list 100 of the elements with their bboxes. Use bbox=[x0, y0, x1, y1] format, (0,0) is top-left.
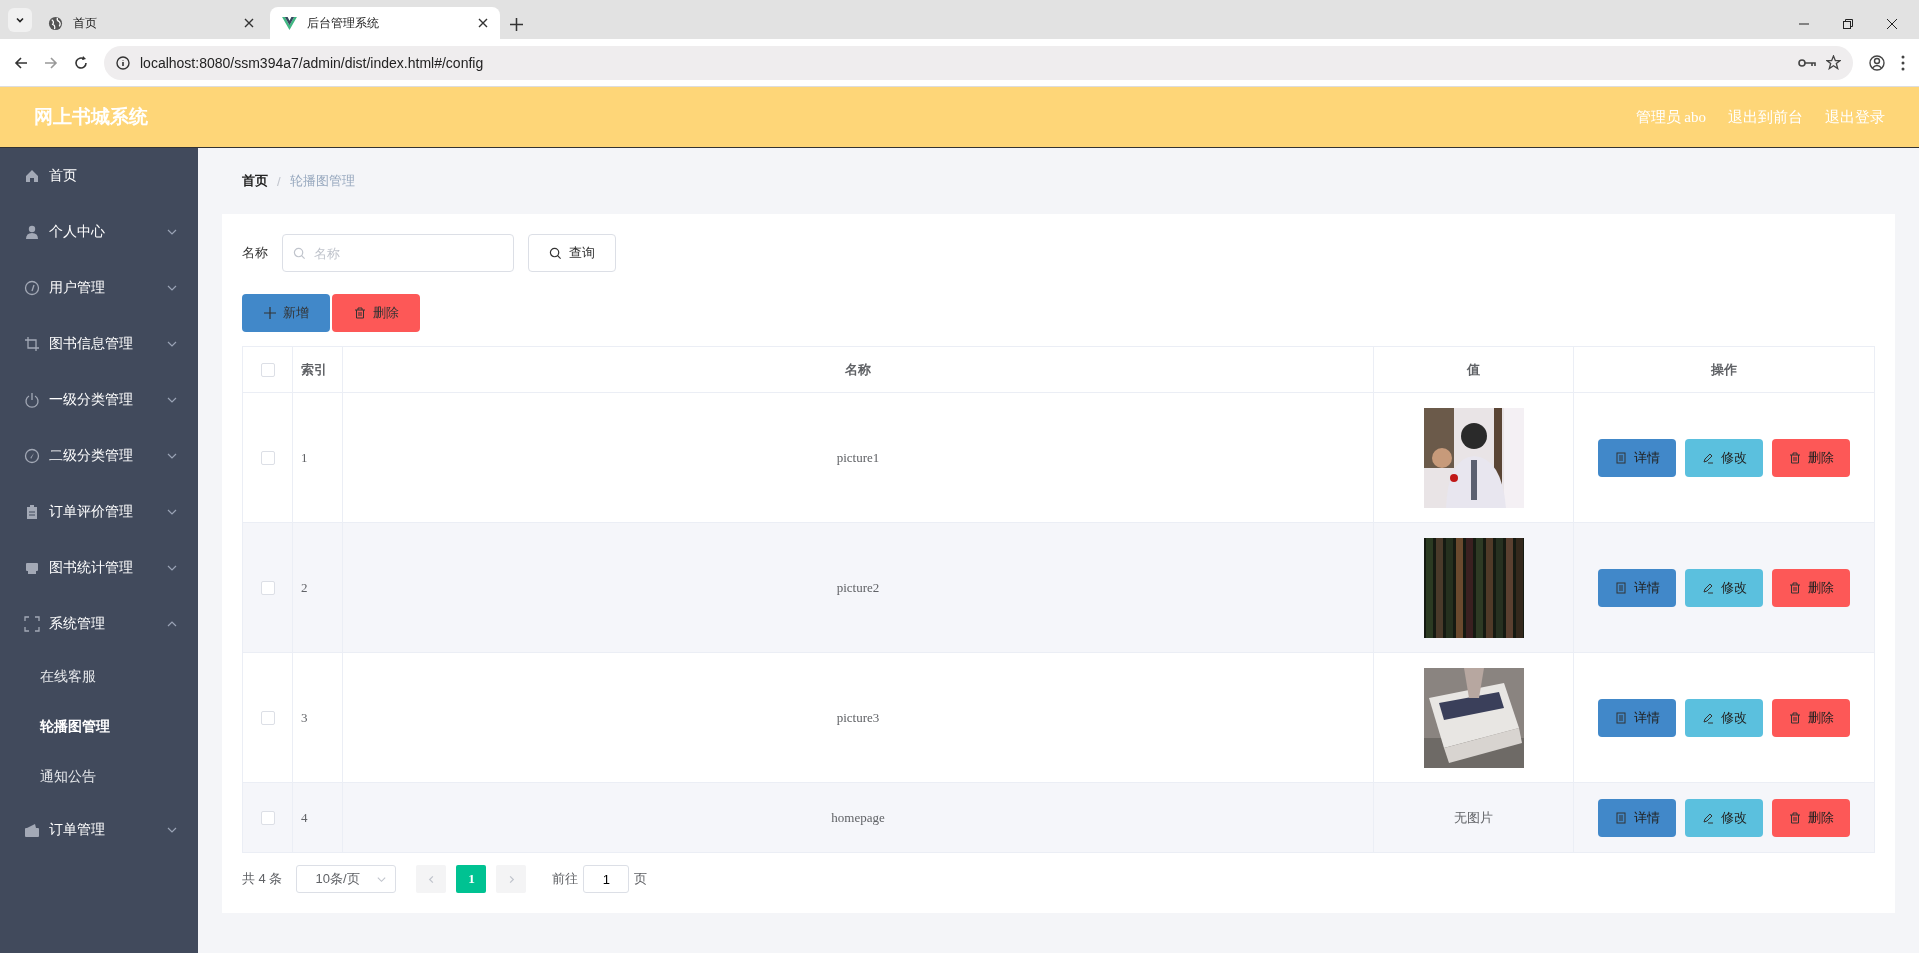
menu-item[interactable]: 一级分类管理 bbox=[0, 372, 198, 428]
pencil-icon bbox=[1701, 451, 1714, 464]
trash-icon bbox=[353, 307, 366, 319]
info-icon bbox=[116, 55, 130, 70]
delete-button[interactable]: 删除 bbox=[1772, 698, 1850, 737]
field-label: 名称 bbox=[242, 244, 268, 262]
address-bar[interactable]: localhost:8080/ssm394a7/admin/dist/index.html#/config bbox=[104, 45, 1853, 80]
column-header: 值 bbox=[1467, 361, 1480, 377]
more-icon[interactable] bbox=[1901, 54, 1905, 71]
submenu-item[interactable]: 轮播图管理 bbox=[0, 702, 198, 752]
chevron-left-icon bbox=[426, 874, 436, 884]
edit-button[interactable]: 修改 bbox=[1685, 798, 1763, 837]
profile-icon[interactable] bbox=[1869, 54, 1885, 71]
row-checkbox[interactable] bbox=[260, 581, 275, 596]
menu-item[interactable]: 图书统计管理 bbox=[0, 540, 198, 596]
key-icon[interactable] bbox=[1798, 57, 1816, 68]
page-input[interactable]: 1 bbox=[583, 865, 630, 893]
menu-item[interactable]: 用户管理 bbox=[0, 260, 198, 316]
page-size-select[interactable]: 10条/页 bbox=[296, 865, 397, 893]
pencil-icon bbox=[1701, 711, 1714, 724]
trash-icon bbox=[1788, 581, 1801, 594]
user-icon bbox=[24, 224, 40, 240]
trash-icon bbox=[1788, 711, 1801, 724]
v-logo-icon bbox=[282, 16, 297, 30]
edit-button[interactable]: 修改 bbox=[1685, 698, 1763, 737]
browser-tab[interactable]: 后台管理系统 bbox=[270, 7, 500, 39]
name-cell: picture3 bbox=[836, 709, 880, 725]
detail-button[interactable]: 详情 bbox=[1598, 568, 1676, 607]
new-tab-icon[interactable] bbox=[510, 18, 523, 31]
menu-item[interactable]: 订单评价管理 bbox=[0, 484, 198, 540]
edit-button[interactable]: 修改 bbox=[1685, 438, 1763, 477]
fullscreen-icon bbox=[24, 616, 40, 632]
search-icon bbox=[293, 246, 306, 260]
submenu-item[interactable]: 通知公告 bbox=[0, 752, 198, 802]
document-icon bbox=[1614, 451, 1627, 464]
column-header: 名称 bbox=[845, 361, 871, 377]
home-icon bbox=[24, 168, 40, 184]
row-checkbox[interactable] bbox=[260, 811, 275, 826]
detail-button[interactable]: 详情 bbox=[1598, 698, 1676, 737]
breadcrumb-item: 轮播图管理 bbox=[289, 172, 355, 190]
edit-button[interactable]: 修改 bbox=[1685, 568, 1763, 607]
delete-button[interactable]: 删除 bbox=[1772, 798, 1850, 837]
index-cell: 4 bbox=[301, 809, 308, 825]
restore-icon[interactable] bbox=[1843, 19, 1853, 29]
row-checkbox[interactable] bbox=[260, 711, 275, 726]
pencil-icon bbox=[1701, 811, 1714, 824]
document-icon bbox=[1614, 581, 1627, 594]
submenu-item[interactable]: 在线客服 bbox=[0, 652, 198, 702]
breadcrumb-item[interactable]: 首页 bbox=[242, 172, 268, 190]
page-unit: 页 bbox=[634, 870, 648, 888]
plus-icon bbox=[263, 307, 276, 319]
back-icon[interactable] bbox=[14, 55, 28, 70]
printer-icon bbox=[24, 560, 40, 576]
reload-icon[interactable] bbox=[74, 55, 88, 70]
value-cell: 无图片 bbox=[1454, 809, 1493, 825]
goto-label: 前往 bbox=[552, 870, 579, 888]
menu-item[interactable]: 个人中心 bbox=[0, 204, 198, 260]
globe-icon bbox=[48, 15, 63, 31]
search-icon bbox=[549, 246, 562, 260]
forward-icon[interactable] bbox=[44, 55, 58, 70]
search-button[interactable]: 查询 bbox=[528, 234, 616, 272]
close-icon[interactable] bbox=[478, 18, 488, 28]
index-cell: 2 bbox=[301, 579, 308, 595]
pencil-icon bbox=[1701, 581, 1714, 594]
delete-button[interactable]: 删除 bbox=[1772, 438, 1850, 477]
name-cell: picture1 bbox=[836, 449, 880, 465]
power-icon bbox=[24, 392, 40, 408]
breadcrumb-separator: / bbox=[277, 173, 281, 189]
app-title: 网上书城系统 bbox=[34, 105, 148, 129]
detail-button[interactable]: 详情 bbox=[1598, 438, 1676, 477]
search-field[interactable]: 名称 bbox=[282, 234, 514, 272]
menu-item[interactable]: 二级分类管理 bbox=[0, 428, 198, 484]
clipboard-icon bbox=[24, 504, 40, 520]
document-icon bbox=[1614, 711, 1627, 724]
select-all-checkbox[interactable] bbox=[260, 363, 275, 378]
delete-button[interactable]: 删除 bbox=[1772, 568, 1850, 607]
detail-button[interactable]: 详情 bbox=[1598, 798, 1676, 837]
index-cell: 3 bbox=[301, 709, 308, 725]
menu-item[interactable]: 订单管理 bbox=[0, 802, 198, 858]
document-icon bbox=[1614, 811, 1627, 824]
trash-icon bbox=[1788, 451, 1801, 464]
column-header: 索引 bbox=[301, 361, 327, 377]
caret-icon bbox=[15, 15, 25, 25]
close-icon[interactable] bbox=[1887, 19, 1897, 29]
star-icon[interactable] bbox=[1826, 55, 1841, 70]
browser-tab[interactable]: 首页 bbox=[36, 7, 266, 39]
menu-item[interactable]: 图书信息管理 bbox=[0, 316, 198, 372]
delete-button[interactable]: 删除 bbox=[332, 294, 420, 332]
row-checkbox[interactable] bbox=[260, 451, 275, 466]
menu-item[interactable]: 首页 bbox=[0, 148, 198, 204]
column-header: 操作 bbox=[1711, 361, 1737, 377]
menu-item[interactable]: 系统管理 bbox=[0, 596, 198, 652]
close-icon[interactable] bbox=[244, 18, 254, 28]
crop-icon bbox=[24, 336, 40, 352]
name-cell: picture2 bbox=[836, 579, 880, 595]
tab-list-button[interactable] bbox=[8, 8, 32, 32]
wallet-icon bbox=[24, 822, 40, 838]
trash-icon bbox=[1788, 811, 1801, 824]
gauge-icon bbox=[24, 280, 40, 296]
total-count: 共 4 条 bbox=[242, 870, 283, 888]
